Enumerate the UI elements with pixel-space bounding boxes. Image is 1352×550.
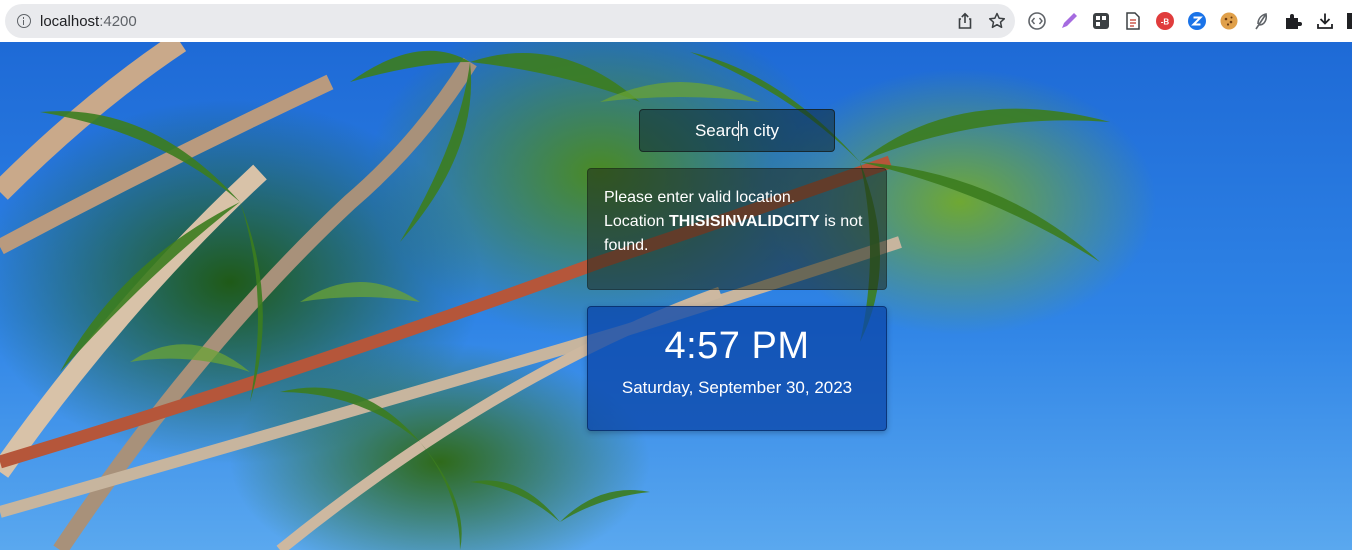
z-extension-icon[interactable] (1187, 11, 1207, 31)
clock-card: 4:57 PM Saturday, September 30, 2023 (587, 306, 887, 431)
svg-text:-B: -B (1161, 18, 1170, 27)
pen-extension-icon[interactable] (1059, 11, 1079, 31)
error-line-1: Please enter valid location. (604, 189, 796, 206)
download-icon[interactable] (1315, 11, 1335, 31)
info-icon[interactable] (17, 14, 31, 28)
menu-icon[interactable] (1347, 13, 1352, 29)
invalid-city-name: THISISINVALIDCITY (668, 213, 820, 230)
grid-extension-icon[interactable] (1091, 11, 1111, 31)
bookmark-star-icon[interactable] (987, 11, 1007, 31)
block-extension-icon[interactable]: -B (1155, 11, 1175, 31)
app-background: Please enter valid location. Location TH… (0, 42, 1352, 550)
feather-extension-icon[interactable] (1251, 11, 1271, 31)
error-prefix: Location (604, 213, 665, 230)
current-time: 4:57 PM (664, 325, 810, 367)
text-caret (738, 121, 739, 141)
cookie-extension-icon[interactable] (1219, 11, 1239, 31)
extensions-puzzle-icon[interactable] (1283, 11, 1303, 31)
address-bar[interactable]: localhost:4200 (5, 4, 1015, 38)
document-extension-icon[interactable] (1123, 11, 1143, 31)
search-box[interactable] (639, 109, 835, 152)
browser-toolbar: localhost:4200 -B (0, 0, 1352, 42)
current-date: Saturday, September 30, 2023 (621, 378, 853, 397)
search-city-input[interactable] (640, 110, 834, 151)
url-text[interactable]: localhost:4200 (40, 13, 137, 30)
share-icon[interactable] (955, 11, 975, 31)
code-extension-icon[interactable] (1027, 11, 1047, 31)
error-message-card: Please enter valid location. Location TH… (587, 168, 887, 290)
error-line-2: Location THISISINVALIDCITY is not found. (604, 210, 870, 258)
